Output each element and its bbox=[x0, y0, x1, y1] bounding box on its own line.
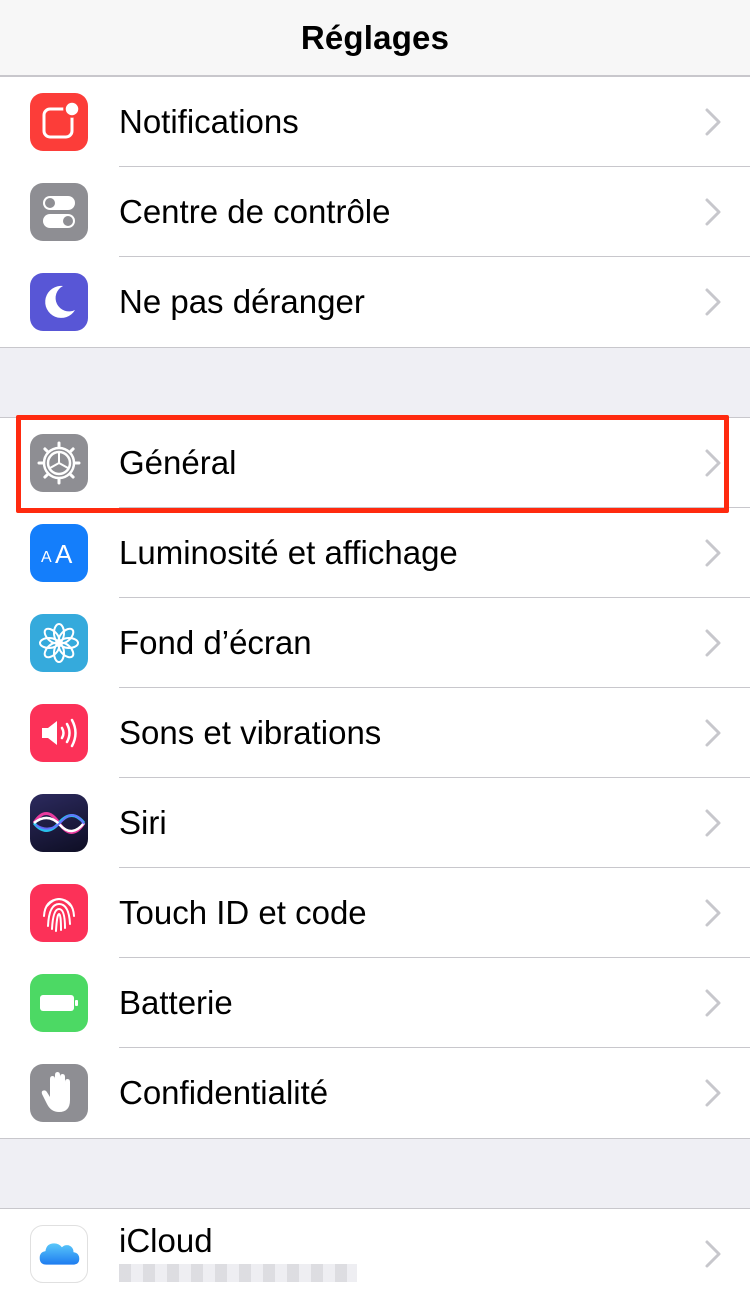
settings-row-wallpaper[interactable]: Fond d’écran bbox=[0, 598, 750, 688]
redacted-account-subtitle bbox=[119, 1264, 357, 1282]
chevron-right-icon bbox=[705, 899, 721, 927]
chevron-right-icon bbox=[705, 539, 721, 567]
settings-group-system: Notifications Centre de contrôle Ne pas … bbox=[0, 76, 750, 348]
settings-row-battery[interactable]: Batterie bbox=[0, 958, 750, 1048]
settings-row-label: Luminosité et affichage bbox=[119, 534, 458, 571]
settings-row-label: Général bbox=[119, 444, 237, 481]
chevron-right-icon bbox=[705, 108, 721, 136]
settings-row-label: Notifications bbox=[119, 103, 299, 140]
chevron-right-icon bbox=[705, 989, 721, 1017]
settings-group-device: Général A A Luminosité et affichage Fond… bbox=[0, 417, 750, 1139]
settings-row-general[interactable]: Général bbox=[0, 418, 750, 508]
settings-row-touch-id[interactable]: Touch ID et code bbox=[0, 868, 750, 958]
navigation-bar: Réglages bbox=[0, 0, 750, 76]
svg-text:A: A bbox=[41, 549, 52, 566]
chevron-right-icon bbox=[705, 449, 721, 477]
gear-icon bbox=[30, 434, 88, 492]
text-size-icon: A A bbox=[30, 524, 88, 582]
settings-row-label: Touch ID et code bbox=[119, 894, 367, 931]
settings-row-label: Confidentialité bbox=[119, 1074, 329, 1111]
control-center-icon bbox=[30, 183, 88, 241]
settings-row-display-brightness[interactable]: A A Luminosité et affichage bbox=[0, 508, 750, 598]
settings-row-do-not-disturb[interactable]: Ne pas déranger bbox=[0, 257, 750, 347]
settings-row-label: Batterie bbox=[119, 984, 233, 1021]
speaker-icon bbox=[30, 704, 88, 762]
settings-row-siri[interactable]: Siri bbox=[0, 778, 750, 868]
chevron-right-icon bbox=[705, 719, 721, 747]
settings-row-label: Centre de contrôle bbox=[119, 193, 391, 230]
siri-icon bbox=[30, 794, 88, 852]
svg-text:A: A bbox=[55, 539, 73, 569]
settings-row-sounds[interactable]: Sons et vibrations bbox=[0, 688, 750, 778]
notifications-icon bbox=[30, 93, 88, 151]
chevron-right-icon bbox=[705, 198, 721, 226]
chevron-right-icon bbox=[705, 1240, 721, 1268]
icloud-icon bbox=[30, 1225, 88, 1283]
fingerprint-icon bbox=[30, 884, 88, 942]
settings-row-icloud[interactable]: iCloud bbox=[0, 1209, 750, 1299]
chevron-right-icon bbox=[705, 629, 721, 657]
settings-row-control-center[interactable]: Centre de contrôle bbox=[0, 167, 750, 257]
wallpaper-flower-icon bbox=[30, 614, 88, 672]
settings-group-account: iCloud bbox=[0, 1208, 750, 1299]
settings-row-notifications[interactable]: Notifications bbox=[0, 77, 750, 167]
settings-row-label: Fond d’écran bbox=[119, 624, 312, 661]
chevron-right-icon bbox=[705, 809, 721, 837]
page-title: Réglages bbox=[300, 18, 450, 56]
hand-icon bbox=[30, 1064, 88, 1122]
moon-icon bbox=[30, 273, 88, 331]
settings-row-label: Ne pas déranger bbox=[119, 283, 365, 320]
battery-icon bbox=[30, 974, 88, 1032]
settings-row-privacy[interactable]: Confidentialité bbox=[0, 1048, 750, 1138]
chevron-right-icon bbox=[705, 288, 721, 316]
chevron-right-icon bbox=[705, 1079, 721, 1107]
settings-row-label: Siri bbox=[119, 804, 167, 841]
settings-row-label: Sons et vibrations bbox=[119, 714, 382, 751]
